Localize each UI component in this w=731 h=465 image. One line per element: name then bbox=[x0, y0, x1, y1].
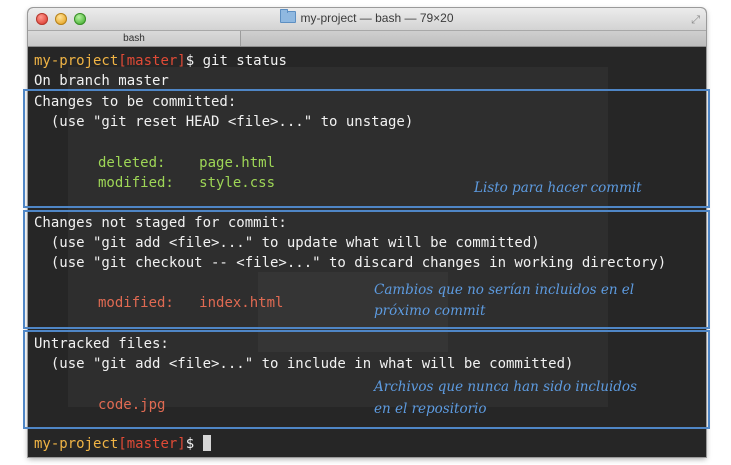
file-name: index.html bbox=[199, 295, 284, 311]
staged-file-row: deleted: page.html bbox=[98, 153, 275, 173]
window-title-text: my-project — bash — 79×20 bbox=[300, 11, 454, 25]
prompt-branch: [master] bbox=[118, 436, 186, 452]
file-status: modified: bbox=[98, 295, 200, 311]
untracked-annotation-line2: en el repositorio bbox=[374, 401, 487, 417]
untracked-annotation-line1: Archivos que nunca han sido incluidos bbox=[374, 379, 637, 395]
prompt-host: my-project bbox=[34, 53, 119, 69]
unstaged-hint-checkout: (use "git checkout -- <file>..." to disc… bbox=[34, 255, 667, 271]
on-branch-line: On branch master bbox=[34, 73, 169, 89]
prompt-line: my-project[master]$ git status bbox=[34, 51, 287, 71]
staged-header: Changes to be committed: bbox=[34, 94, 237, 110]
file-status: modified: bbox=[98, 175, 200, 191]
prompt-symbol: $ bbox=[185, 53, 203, 69]
unstaged-file-row: modified: index.html bbox=[98, 293, 283, 313]
file-name: page.html bbox=[199, 155, 276, 171]
text-cursor bbox=[202, 435, 211, 451]
file-status: deleted: bbox=[98, 155, 200, 171]
command-text: git status bbox=[202, 53, 287, 69]
tab-bar: bash bbox=[28, 31, 706, 47]
final-prompt-line: my-project[master]$ bbox=[34, 434, 211, 454]
untracked-file-row: code.jpg bbox=[98, 397, 166, 413]
untracked-hint: (use "git add <file>..." to include in w… bbox=[34, 356, 574, 372]
prompt-symbol: $ bbox=[185, 436, 203, 452]
file-name: style.css bbox=[199, 175, 276, 191]
unstaged-annotation-line1: Cambios que no serían incluidos en el bbox=[374, 282, 635, 298]
unstaged-annotation-line2: próximo commit bbox=[374, 303, 486, 319]
staged-file-row: modified: style.css bbox=[98, 173, 275, 193]
staged-annotation: Listo para hacer commit bbox=[474, 180, 642, 196]
title-bar[interactable]: my-project — bash — 79×20 ⤢ bbox=[28, 8, 706, 31]
untracked-header: Untracked files: bbox=[34, 336, 169, 352]
tab-bash[interactable]: bash bbox=[28, 31, 241, 46]
fullscreen-icon[interactable]: ⤢ bbox=[691, 13, 700, 27]
window-title: my-project — bash — 79×20 bbox=[28, 9, 706, 25]
folder-icon bbox=[280, 9, 297, 23]
prompt-branch: [master] bbox=[118, 53, 186, 69]
unstaged-header: Changes not staged for commit: bbox=[34, 215, 287, 231]
unstaged-hint-add: (use "git add <file>..." to update what … bbox=[34, 235, 540, 251]
prompt-host: my-project bbox=[34, 436, 119, 452]
staged-hint: (use "git reset HEAD <file>..." to unsta… bbox=[34, 114, 414, 130]
